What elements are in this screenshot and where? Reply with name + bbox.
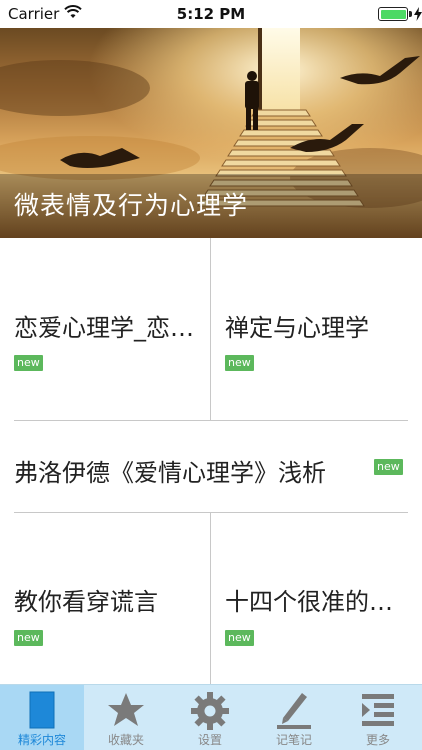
tab-label: 记笔记 (275, 733, 312, 747)
new-badge: new (14, 630, 43, 646)
battery-tip (409, 11, 412, 17)
article-card[interactable]: 弗洛伊德《爱情心理学》浅析 new (0, 421, 422, 512)
new-badge: new (14, 355, 43, 371)
article-title: 弗洛伊德《爱情心理学》浅析 (14, 459, 326, 487)
article-card[interactable]: 禅定与心理学 new (211, 238, 422, 420)
article-title: 教你看穿谎言 (14, 588, 158, 616)
document-icon (29, 691, 55, 729)
article-card[interactable]: 恋爱心理学_恋爱心理学 new (0, 238, 210, 420)
tab-more[interactable]: 更多 (336, 685, 420, 750)
article-card[interactable]: 十四个很准的心理测试 new (211, 513, 422, 684)
pen-icon (277, 693, 311, 729)
tab-label: 更多 (365, 733, 390, 747)
status-time: 5:12 PM (176, 5, 246, 23)
hero-title: 微表情及行为心理学 (14, 191, 249, 220)
new-badge: new (225, 355, 254, 371)
star-icon (108, 693, 144, 726)
article-title: 十四个很准的心理测试 (225, 588, 415, 616)
article-card[interactable]: 教你看穿谎言 new (0, 513, 210, 684)
tab-favorites[interactable]: 收藏夹 (84, 685, 168, 750)
tab-bar: 精彩内容 收藏夹 设置 记笔记 更多 (0, 684, 422, 750)
tab-label: 精彩内容 (17, 733, 66, 747)
article-title: 禅定与心理学 (225, 314, 369, 342)
tab-featured[interactable]: 精彩内容 (0, 685, 84, 750)
tab-notes[interactable]: 记笔记 (252, 685, 336, 750)
article-title: 恋爱心理学_恋爱心理学 (14, 314, 204, 342)
new-badge: new (374, 459, 403, 475)
hero-banner[interactable]: 微表情及行为心理学 (0, 28, 422, 238)
more-list-icon (362, 694, 394, 726)
gear-icon (191, 692, 229, 730)
divider (210, 513, 211, 684)
divider (210, 238, 211, 420)
battery-icon (378, 7, 408, 21)
tab-label: 收藏夹 (107, 733, 144, 747)
status-bar: Carrier 5:12 PM (0, 0, 422, 28)
tab-label: 设置 (197, 733, 222, 747)
tab-settings[interactable]: 设置 (168, 685, 252, 750)
new-badge: new (225, 630, 254, 646)
charging-icon (414, 6, 422, 25)
